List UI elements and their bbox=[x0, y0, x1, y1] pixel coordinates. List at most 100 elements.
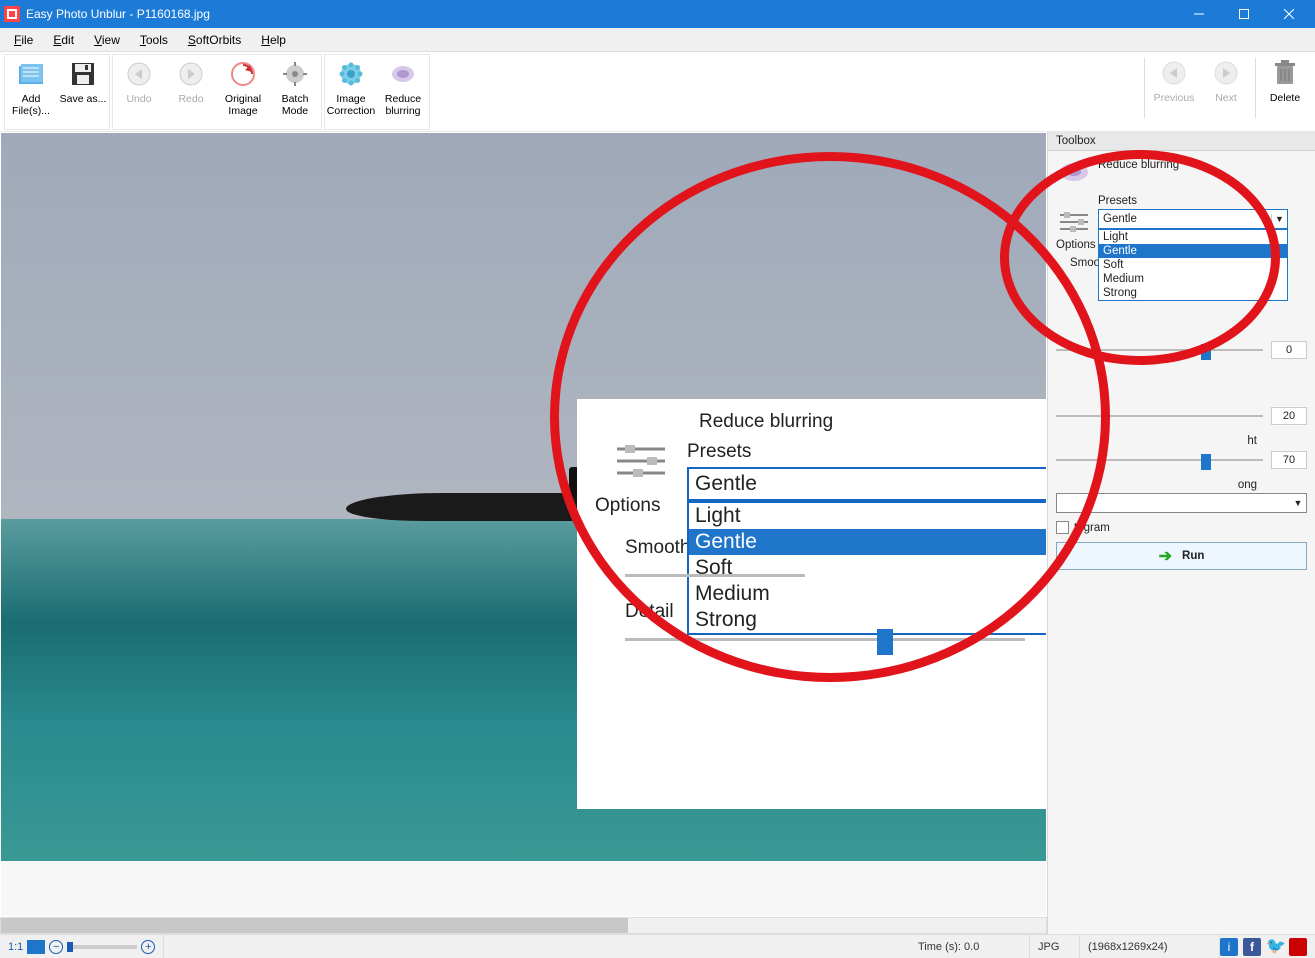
undo-button[interactable]: Undo bbox=[113, 55, 165, 129]
zoom-in-icon[interactable]: + bbox=[141, 940, 155, 954]
param-c-combo[interactable]: ▼ bbox=[1056, 493, 1307, 513]
menubar: File Edit View Tools SoftOrbits Help bbox=[0, 28, 1315, 52]
previous-button[interactable]: Previous bbox=[1148, 54, 1200, 128]
zoom-presets-combo[interactable]: Gentle ▼ Light Gentle Soft Medium Strong bbox=[687, 467, 1046, 501]
save-as-label: Save as... bbox=[59, 93, 108, 105]
delete-label: Delete bbox=[1269, 92, 1301, 104]
redo-icon bbox=[175, 59, 207, 89]
chevron-down-icon: ▼ bbox=[1271, 214, 1287, 224]
window-title: Easy Photo Unblur - P1160168.jpg bbox=[26, 7, 1176, 21]
run-arrow-icon: ➔ bbox=[1159, 546, 1172, 566]
histogram-checkbox[interactable]: togram bbox=[1056, 521, 1307, 534]
delete-button[interactable]: Delete bbox=[1259, 54, 1311, 128]
zoom-section-title: Reduce blurring bbox=[699, 411, 1046, 433]
add-files-button[interactable]: Add File(s)... bbox=[5, 55, 57, 129]
menu-edit[interactable]: Edit bbox=[47, 31, 80, 49]
reduce-blurring-button[interactable]: Reduce blurring bbox=[377, 55, 429, 129]
menu-file[interactable]: File bbox=[8, 31, 39, 49]
status-dimensions: (1968x1269x24) bbox=[1080, 935, 1220, 958]
preset-option[interactable]: Soft bbox=[1099, 258, 1287, 272]
next-label: Next bbox=[1214, 92, 1238, 104]
image-correction-button[interactable]: Image Correction bbox=[325, 55, 377, 129]
zoom-presets-selected: Gentle bbox=[689, 472, 1046, 496]
original-image-label: Original Image bbox=[217, 93, 269, 117]
info-icon[interactable]: i bbox=[1220, 938, 1238, 956]
zoom-annotation-panel: Reduce blurring Options Presets Gentle ▼ bbox=[577, 399, 1046, 809]
redo-label: Redo bbox=[177, 93, 204, 105]
slider-a-value[interactable]: 20 bbox=[1271, 407, 1307, 425]
reduce-blurring-icon bbox=[387, 59, 419, 89]
presets-combo[interactable]: Gentle ▼ Light Gentle Soft Medium Strong bbox=[1098, 209, 1288, 229]
reduce-blurring-icon bbox=[1056, 157, 1092, 187]
presets-selected: Gentle bbox=[1099, 213, 1271, 225]
statusbar: 1:1 − + Time (s): 0.0 JPG (1968x1269x24)… bbox=[0, 934, 1315, 958]
toolbar: Add File(s)... Save as... Undo Redo Orig… bbox=[0, 52, 1315, 132]
previous-label: Previous bbox=[1153, 92, 1196, 104]
zoom-preset-option[interactable]: Gentle bbox=[689, 529, 1046, 555]
param-b-label-fragment: ht bbox=[1056, 435, 1307, 447]
preset-option[interactable]: Strong bbox=[1099, 286, 1287, 300]
toolbox-title: Toolbox bbox=[1048, 132, 1315, 151]
horizontal-scrollbar[interactable] bbox=[0, 917, 1047, 934]
previous-icon bbox=[1158, 58, 1190, 88]
batch-mode-button[interactable]: Batch Mode bbox=[269, 55, 321, 129]
twitter-icon[interactable]: 🐦 bbox=[1266, 938, 1284, 956]
fit-icon[interactable] bbox=[27, 940, 45, 954]
run-button[interactable]: ➔ Run bbox=[1056, 542, 1307, 570]
add-files-icon bbox=[15, 59, 47, 89]
zoom-options-label: Options bbox=[595, 495, 687, 517]
menu-help[interactable]: Help bbox=[255, 31, 292, 49]
app-icon bbox=[4, 6, 20, 22]
minimize-button[interactable] bbox=[1176, 0, 1221, 28]
menu-softorbits[interactable]: SoftOrbits bbox=[182, 31, 247, 49]
image-correction-icon bbox=[335, 59, 367, 89]
close-button[interactable] bbox=[1266, 0, 1311, 28]
reduce-blurring-label: Reduce blurring bbox=[377, 93, 429, 117]
menu-tools[interactable]: Tools bbox=[134, 31, 174, 49]
zoom-slider[interactable] bbox=[67, 945, 137, 949]
run-label: Run bbox=[1182, 550, 1204, 562]
undo-label: Undo bbox=[125, 93, 152, 105]
sliders-icon bbox=[613, 441, 669, 481]
zoom-presets-label: Presets bbox=[687, 441, 1046, 463]
zoom-preset-option[interactable]: Light bbox=[689, 503, 1046, 529]
maximize-button[interactable] bbox=[1221, 0, 1266, 28]
sliders-icon bbox=[1056, 207, 1092, 237]
detail-slider[interactable] bbox=[1056, 342, 1263, 358]
preset-option[interactable]: Medium bbox=[1099, 272, 1287, 286]
save-as-button[interactable]: Save as... bbox=[57, 55, 109, 129]
image-correction-label: Image Correction bbox=[325, 93, 377, 117]
chevron-down-icon: ▼ bbox=[1290, 498, 1306, 508]
slider-a[interactable] bbox=[1056, 408, 1263, 424]
batch-mode-label: Batch Mode bbox=[269, 93, 321, 117]
redo-button[interactable]: Redo bbox=[165, 55, 217, 129]
toolbox-sidebar: Toolbox Reduce blurring Presets Gentle ▼… bbox=[1047, 132, 1315, 934]
original-image-button[interactable]: Original Image bbox=[217, 55, 269, 129]
preset-option[interactable]: Gentle bbox=[1099, 244, 1287, 258]
save-icon bbox=[67, 59, 99, 89]
slider-b-value[interactable]: 70 bbox=[1271, 451, 1307, 469]
zoom-smoothing-slider[interactable] bbox=[625, 563, 805, 587]
image-canvas[interactable]: Reduce blurring Options Presets Gentle ▼ bbox=[1, 133, 1046, 916]
titlebar: Easy Photo Unblur - P1160168.jpg bbox=[0, 0, 1315, 28]
trash-icon bbox=[1269, 58, 1301, 88]
youtube-icon[interactable] bbox=[1289, 938, 1307, 956]
status-time: Time (s): 0.0 bbox=[910, 935, 1030, 958]
preset-option[interactable]: Light bbox=[1099, 230, 1287, 244]
original-image-icon bbox=[227, 59, 259, 89]
facebook-icon[interactable]: f bbox=[1243, 938, 1261, 956]
zoom-ratio[interactable]: 1:1 bbox=[8, 941, 23, 953]
presets-label: Presets bbox=[1098, 195, 1307, 207]
detail-value-fragment: 0 bbox=[1271, 341, 1307, 359]
undo-icon bbox=[123, 59, 155, 89]
next-button[interactable]: Next bbox=[1200, 54, 1252, 128]
zoom-out-icon[interactable]: − bbox=[49, 940, 63, 954]
status-format: JPG bbox=[1030, 935, 1080, 958]
add-files-label: Add File(s)... bbox=[5, 93, 57, 117]
slider-b[interactable] bbox=[1056, 452, 1263, 468]
menu-view[interactable]: View bbox=[88, 31, 126, 49]
next-icon bbox=[1210, 58, 1242, 88]
presets-dropdown: Light Gentle Soft Medium Strong bbox=[1098, 229, 1288, 301]
zoom-detail-slider[interactable] bbox=[625, 627, 1025, 651]
batch-mode-icon bbox=[279, 59, 311, 89]
